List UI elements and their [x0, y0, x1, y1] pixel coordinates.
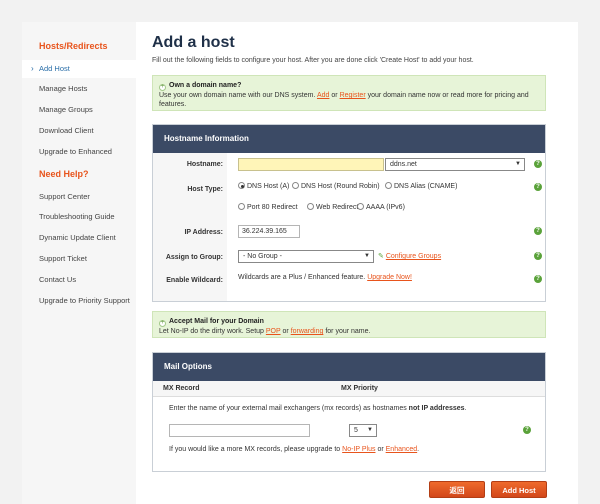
add-domain-link[interactable]: Add: [317, 92, 329, 99]
edit-icon: ✎: [378, 253, 384, 260]
ip-address-label: IP Address:: [184, 229, 223, 236]
chevron-down-icon: ▼: [515, 161, 521, 167]
help-icon[interactable]: ?: [534, 227, 542, 235]
ip-address-input[interactable]: 36.224.39.165: [238, 225, 300, 238]
group-select[interactable]: - No Group - ▼: [238, 250, 374, 263]
sidebar-item-troubleshooting[interactable]: Troubleshooting Guide: [22, 208, 136, 226]
help-icon[interactable]: ?: [534, 183, 542, 191]
expand-plus-icon[interactable]: +: [159, 320, 166, 327]
sidebar-item-add-host[interactable]: › Add Host: [22, 60, 136, 78]
sidebar: Hosts/Redirects › Add Host Manage Hosts …: [22, 22, 136, 504]
enhanced-link[interactable]: Enhanced: [386, 446, 418, 453]
intro-text: Fill out the following fields to configu…: [152, 57, 474, 64]
cancel-button[interactable]: 返回: [429, 481, 485, 498]
domain-notice: + Own a domain name? Use your own domain …: [152, 75, 546, 111]
forwarding-link[interactable]: forwarding: [291, 328, 324, 335]
noip-plus-link[interactable]: No-IP Plus: [342, 446, 375, 453]
sidebar-item-upgrade-enhanced[interactable]: Upgrade to Enhanced: [22, 143, 136, 161]
enable-wildcard-label: Enable Wildcard:: [166, 277, 223, 284]
register-domain-link[interactable]: Register: [340, 92, 366, 99]
mail-notice: + Accept Mail for your Domain Let No-IP d…: [152, 311, 546, 338]
wildcard-text: Wildcards are a Plus / Enhanced feature.…: [238, 274, 412, 281]
help-icon[interactable]: ?: [523, 426, 531, 434]
hostname-panel-title: Hostname Information: [153, 125, 545, 153]
sidebar-heading-hosts: Hosts/Redirects: [39, 41, 108, 51]
domain-select[interactable]: ddns.net ▼: [385, 158, 525, 171]
sidebar-item-support-ticket[interactable]: Support Ticket: [22, 250, 136, 268]
radio-dns-alias-cname[interactable]: DNS Alias (CNAME): [385, 182, 457, 190]
mx-description: Enter the name of your external mail exc…: [169, 405, 467, 412]
sidebar-item-support-center[interactable]: Support Center: [22, 188, 136, 206]
radio-port-80-redirect[interactable]: Port 80 Redirect: [238, 203, 298, 211]
assign-group-label: Assign to Group:: [165, 254, 223, 261]
sidebar-item-manage-groups[interactable]: Manage Groups: [22, 101, 136, 119]
hostname-input[interactable]: [238, 158, 384, 171]
expand-plus-icon[interactable]: +: [159, 84, 166, 91]
pop-link[interactable]: POP: [266, 328, 281, 335]
mail-options-panel: Mail Options MX Record MX Priority Enter…: [152, 352, 546, 472]
sidebar-item-manage-hosts[interactable]: Manage Hosts: [22, 80, 136, 98]
mx-upgrade-text: If you would like a more MX records, ple…: [169, 446, 420, 453]
radio-selected-icon: [238, 182, 245, 189]
page-title: Add a host: [152, 34, 235, 51]
help-icon[interactable]: ?: [534, 275, 542, 283]
mx-record-input[interactable]: [169, 424, 310, 437]
sidebar-item-download-client[interactable]: Download Client: [22, 122, 136, 140]
mx-priority-select[interactable]: 5 ▼: [349, 424, 377, 437]
caret-right-icon: ›: [31, 64, 34, 73]
mx-record-column-header: MX Record: [163, 385, 200, 392]
sidebar-item-priority-support[interactable]: Upgrade to Priority Support: [22, 292, 136, 310]
hostname-label: Hostname:: [186, 161, 223, 168]
page: Hosts/Redirects › Add Host Manage Hosts …: [22, 22, 578, 504]
add-host-button[interactable]: Add Host: [491, 481, 547, 498]
radio-web-redirect[interactable]: Web Redirect: [307, 203, 358, 211]
help-icon[interactable]: ?: [534, 252, 542, 260]
hostname-panel: Hostname Information Hostname: ddns.net …: [152, 124, 546, 302]
help-icon[interactable]: ?: [534, 160, 542, 168]
radio-aaaa-ipv6[interactable]: AAAA (IPv6): [357, 203, 405, 211]
chevron-down-icon: ▼: [364, 253, 370, 259]
mail-options-title: Mail Options: [153, 353, 545, 381]
configure-groups-link[interactable]: ✎ Configure Groups: [378, 252, 441, 260]
radio-dns-host-a[interactable]: DNS Host (A): [238, 182, 289, 190]
sidebar-heading-help: Need Help?: [39, 169, 89, 179]
chevron-down-icon: ▼: [367, 427, 373, 433]
sidebar-item-contact-us[interactable]: Contact Us: [22, 271, 136, 289]
sidebar-item-dynamic-update-client[interactable]: Dynamic Update Client: [22, 229, 136, 247]
radio-dns-round-robin[interactable]: DNS Host (Round Robin): [292, 182, 380, 190]
mx-priority-column-header: MX Priority: [341, 385, 378, 392]
host-type-label: Host Type:: [187, 186, 223, 193]
upgrade-now-link[interactable]: Upgrade Now!: [367, 274, 412, 281]
